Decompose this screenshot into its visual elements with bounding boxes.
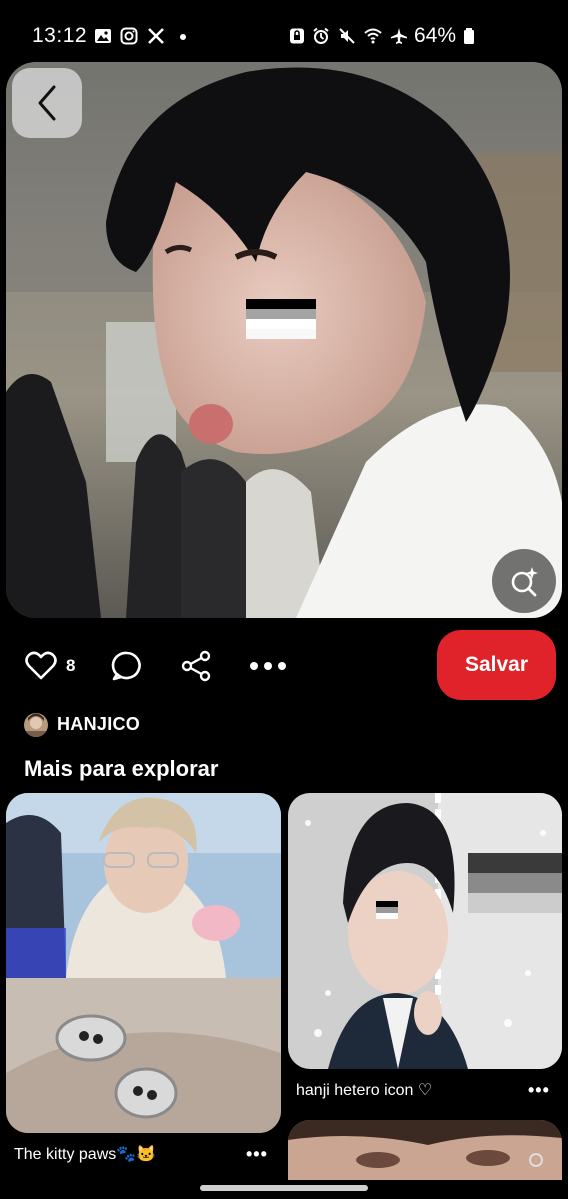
- like-button[interactable]: [24, 650, 58, 682]
- clock: 13:12: [32, 24, 88, 47]
- more-dots-icon: [250, 662, 286, 670]
- pin-thumbnail: [288, 793, 562, 1069]
- pin-photo: [6, 62, 562, 618]
- pin-caption[interactable]: hanji hetero icon ♡: [296, 1080, 432, 1100]
- heart-icon: [25, 651, 57, 680]
- explore-pin-2[interactable]: [288, 793, 562, 1069]
- explore-pin-1[interactable]: [6, 793, 281, 1133]
- pin-image[interactable]: [6, 62, 562, 618]
- alarm-icon: [312, 27, 330, 45]
- wifi-icon: [364, 27, 382, 45]
- chevron-left-icon: [38, 85, 56, 121]
- dot-icon: [175, 27, 193, 45]
- status-bar: 13:12 64%: [0, 0, 568, 62]
- lens-search-icon: [511, 567, 538, 597]
- like-count: 8: [66, 656, 76, 675]
- visual-search-button[interactable]: [492, 549, 556, 613]
- mute-icon: [338, 27, 356, 45]
- comment-icon: [111, 651, 141, 681]
- save-button[interactable]: Salvar: [437, 630, 556, 700]
- pin-more-button[interactable]: •••: [246, 1144, 268, 1165]
- pin-caption[interactable]: The kitty paws🐾🐱: [14, 1144, 156, 1164]
- home-indicator[interactable]: [200, 1185, 368, 1191]
- author-name[interactable]: HANJICO: [57, 714, 140, 735]
- profile-lock-icon: [288, 27, 306, 45]
- gallery-icon: [94, 27, 112, 45]
- instagram-icon: [120, 27, 138, 45]
- avatar[interactable]: [24, 713, 48, 737]
- comment-button[interactable]: [110, 650, 144, 682]
- airplane-icon: [390, 27, 408, 45]
- share-icon: [181, 650, 211, 682]
- battery-icon: [462, 27, 476, 45]
- pin-more-button[interactable]: •••: [528, 1080, 550, 1101]
- section-title: Mais para explorar: [24, 756, 219, 781]
- share-button[interactable]: [180, 650, 214, 682]
- more-options-button[interactable]: [248, 654, 288, 678]
- pin-thumbnail: [6, 793, 281, 1133]
- back-button[interactable]: [12, 68, 82, 138]
- x-icon: [147, 27, 165, 45]
- explore-pin-3[interactable]: [288, 1120, 562, 1180]
- battery-percent: 64%: [414, 24, 457, 47]
- pin-thumbnail: [288, 1120, 562, 1180]
